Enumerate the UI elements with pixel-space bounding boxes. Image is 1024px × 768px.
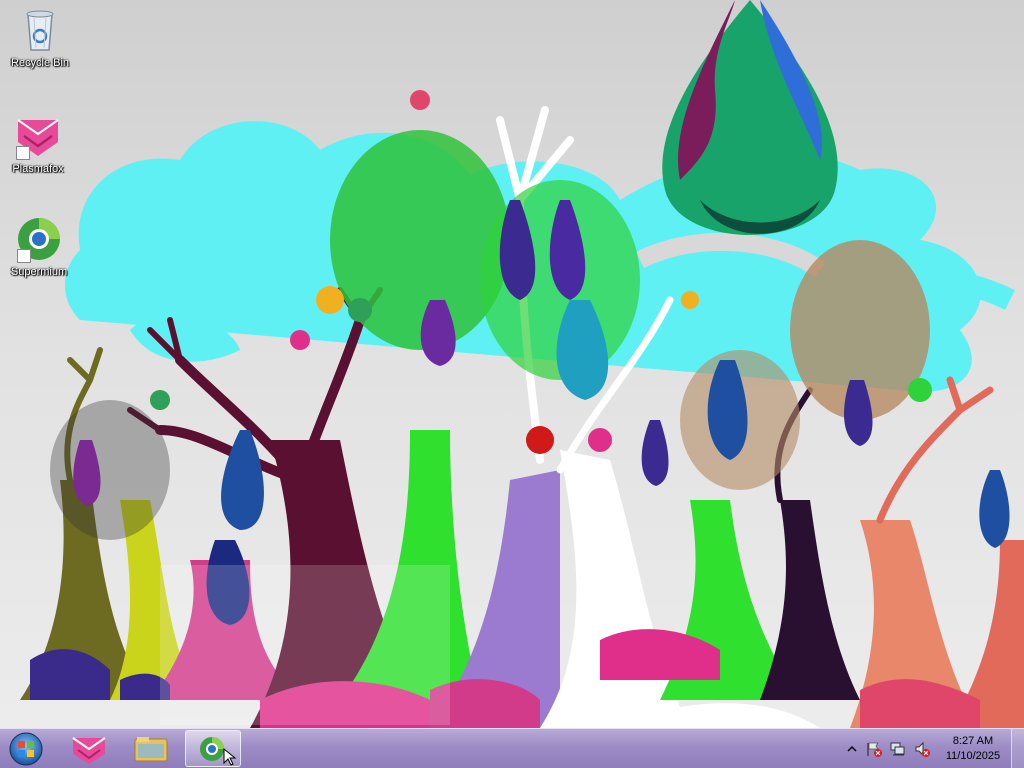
desktop-icon-plasmafox[interactable]: Plasmafox: [0, 112, 76, 176]
windows-orb-icon: [9, 732, 43, 766]
shortcut-arrow-icon: [16, 146, 30, 160]
plasmafox-icon: [72, 737, 106, 764]
taskbar-plasmafox-button[interactable]: [61, 730, 117, 767]
file-explorer-icon: [134, 737, 168, 762]
faded-window-remnant: [160, 565, 450, 725]
network-icon[interactable]: [890, 741, 906, 757]
desktop[interactable]: Recycle Bin Plasmafox Supermium 8:27 AM …: [0, 0, 1024, 768]
plasmafox-label: Plasmafox: [12, 163, 64, 175]
supermium-label: Supermium: [10, 266, 68, 278]
plasmafox-icon: [14, 112, 62, 160]
clock-time: 8:27 AM: [952, 735, 994, 747]
recycle-bin-icon: [16, 6, 64, 54]
clock-date: 11/10/2025: [945, 750, 1001, 762]
desktop-icon-recycle-bin[interactable]: Recycle Bin: [2, 6, 78, 70]
taskbar-file-explorer-button[interactable]: [123, 730, 179, 767]
taskbar-clock[interactable]: 8:27 AM 11/10/2025: [936, 734, 1010, 764]
taskbar-supermium-button[interactable]: [185, 730, 241, 767]
supermium-icon: [15, 215, 63, 263]
start-button[interactable]: [6, 731, 46, 767]
volume-muted-icon[interactable]: [914, 741, 930, 757]
desktop-icon-supermium[interactable]: Supermium: [1, 215, 77, 279]
recycle-bin-label: Recycle Bin: [10, 57, 70, 69]
show-hidden-icons-chevron[interactable]: [844, 741, 860, 757]
shortcut-arrow-icon: [17, 249, 31, 263]
supermium-icon: [200, 737, 237, 766]
action-center-flag-icon[interactable]: [866, 741, 882, 757]
taskbar: 8:27 AM 11/10/2025: [0, 728, 1024, 768]
wallpaper: [0, 0, 1024, 728]
show-desktop-button[interactable]: [1011, 729, 1024, 768]
